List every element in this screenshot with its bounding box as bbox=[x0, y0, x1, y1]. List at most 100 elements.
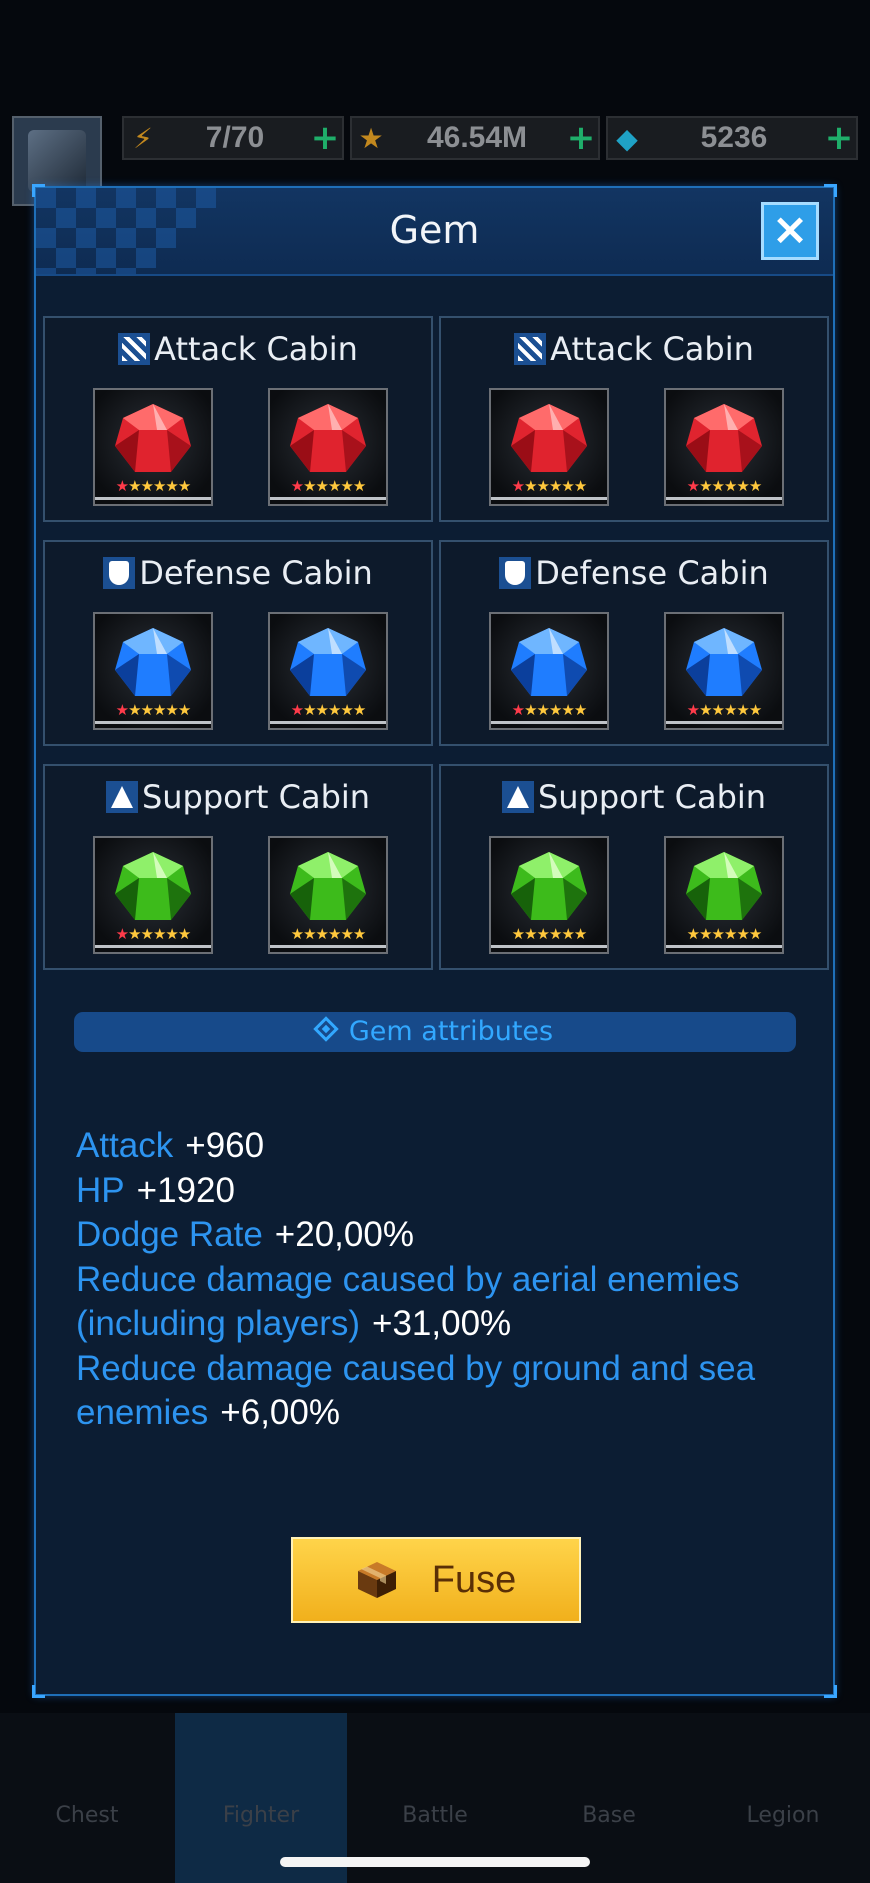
attribute-row: Attack +960 bbox=[76, 1124, 796, 1169]
nav-chest[interactable]: Chest bbox=[0, 1803, 174, 1828]
attribute-name: HP bbox=[76, 1170, 125, 1210]
red-gem-icon bbox=[682, 400, 766, 484]
red-gem-icon bbox=[286, 400, 370, 484]
fuse-button[interactable]: Fuse bbox=[291, 1537, 581, 1623]
cabin-title: Support Cabin bbox=[441, 778, 827, 816]
attribute-value: +20,00% bbox=[274, 1215, 414, 1254]
nav-legion[interactable]: Legion bbox=[696, 1803, 870, 1828]
star-rating: ★★★★★★ bbox=[270, 479, 386, 500]
cabin-label: Defense Cabin bbox=[139, 554, 373, 592]
gem-attributes-header: Gem attributes bbox=[74, 1012, 796, 1052]
cabin-title: Attack Cabin bbox=[441, 330, 827, 368]
diamond-icon bbox=[313, 1016, 339, 1042]
star-rating: ★★★★★★ bbox=[666, 927, 782, 948]
cabin-label: Defense Cabin bbox=[535, 554, 769, 592]
attribute-row: Reduce damage caused by ground and sea e… bbox=[76, 1347, 796, 1436]
fuse-label: Fuse bbox=[431, 1558, 517, 1601]
green-gem-icon bbox=[682, 848, 766, 932]
defense-icon bbox=[103, 557, 136, 589]
attribute-value: +960 bbox=[185, 1126, 265, 1165]
gem-slot[interactable]: ★★★★★★ bbox=[489, 388, 609, 506]
defense-icon bbox=[499, 557, 532, 589]
red-gem-icon bbox=[507, 400, 591, 484]
attribute-value: +6,00% bbox=[220, 1393, 340, 1432]
diamonds-counter: ◆ 5236 + bbox=[606, 116, 858, 160]
gem-slot[interactable]: ★★★★★★ bbox=[268, 836, 388, 954]
support-icon bbox=[105, 781, 138, 813]
resource-bar: ⚡ 7/70 + ★ 46.54M + ◆ 5236 + bbox=[12, 116, 858, 206]
star-rating: ★★★★★★ bbox=[666, 703, 782, 724]
attribute-row: Reduce damage caused by aerial enemies (… bbox=[76, 1258, 796, 1347]
attribute-name: Reduce damage caused by ground and sea e… bbox=[76, 1348, 756, 1433]
cabin-attack: Attack Cabin ★★★★★★ ★★★★★★ bbox=[43, 316, 433, 522]
attack-icon bbox=[118, 333, 151, 365]
energy-counter: ⚡ 7/70 + bbox=[122, 116, 344, 160]
lightning-icon: ⚡ bbox=[133, 121, 153, 155]
close-button[interactable]: × bbox=[761, 202, 819, 260]
gem-slot[interactable]: ★★★★★★ bbox=[664, 836, 784, 954]
cabin-defense: Defense Cabin ★★★★★★ ★★★★★★ bbox=[43, 540, 433, 746]
gem-slot[interactable]: ★★★★★★ bbox=[664, 612, 784, 730]
add-stars-button[interactable]: + bbox=[564, 118, 598, 158]
blue-gem-icon bbox=[286, 624, 370, 708]
diamonds-value: 5236 bbox=[700, 121, 768, 154]
attribute-name: Attack bbox=[76, 1126, 174, 1165]
cabin-label: Support Cabin bbox=[141, 778, 371, 816]
add-energy-button[interactable]: + bbox=[308, 118, 342, 158]
red-gem-icon bbox=[111, 400, 195, 484]
gem-slot[interactable]: ★★★★★★ bbox=[268, 388, 388, 506]
attribute-row: HP +1920 bbox=[76, 1169, 796, 1214]
star-rating: ★★★★★★ bbox=[491, 703, 607, 724]
gem-slot[interactable]: ★★★★★★ bbox=[268, 612, 388, 730]
attribute-value: +31,00% bbox=[372, 1304, 512, 1343]
cabin-title: Defense Cabin bbox=[441, 554, 827, 592]
nav-fighter[interactable]: Fighter bbox=[174, 1803, 348, 1828]
close-icon: × bbox=[771, 204, 809, 255]
attribute-value: +1920 bbox=[136, 1170, 235, 1210]
cabin-label: Attack Cabin bbox=[550, 330, 754, 368]
blue-gem-icon bbox=[507, 624, 591, 708]
star-rating: ★★★★★★ bbox=[95, 479, 211, 500]
gem-attributes-label: Gem attributes bbox=[348, 1016, 554, 1047]
gem-slot[interactable]: ★★★★★★ bbox=[93, 612, 213, 730]
star-rating: ★★★★★★ bbox=[95, 703, 211, 724]
attribute-row: Dodge Rate +20,00% bbox=[76, 1213, 796, 1258]
cabin-support: Support Cabin ★★★★★★ ★★★★★★ bbox=[439, 764, 829, 970]
star-rating: ★★★★★★ bbox=[491, 479, 607, 500]
dialog-header: Gem × bbox=[36, 188, 833, 276]
dialog-title: Gem bbox=[389, 208, 480, 252]
gem-dialog: Gem × Attack Cabin ★★★★★★ ★★★★★★ Attack Cab… bbox=[32, 184, 837, 1698]
star-icon: ★ bbox=[358, 121, 384, 155]
star-rating: ★★★★★★ bbox=[95, 927, 211, 948]
add-diamonds-button[interactable]: + bbox=[822, 118, 856, 158]
gem-slot[interactable]: ★★★★★★ bbox=[489, 612, 609, 730]
cabin-support: Support Cabin ★★★★★★ ★★★★★★ bbox=[43, 764, 433, 970]
cabin-title: Defense Cabin bbox=[45, 554, 431, 592]
cabin-title: Attack Cabin bbox=[45, 330, 431, 368]
star-rating: ★★★★★★ bbox=[270, 703, 386, 724]
gem-slot[interactable]: ★★★★★★ bbox=[93, 388, 213, 506]
green-gem-icon bbox=[507, 848, 591, 932]
stars-counter: ★ 46.54M + bbox=[350, 116, 600, 160]
gem-slot[interactable]: ★★★★★★ bbox=[664, 388, 784, 506]
attribute-name: Dodge Rate bbox=[76, 1215, 263, 1254]
cabin-label: Attack Cabin bbox=[154, 330, 358, 368]
home-indicator[interactable] bbox=[280, 1857, 590, 1867]
green-gem-icon bbox=[111, 848, 195, 932]
star-rating: ★★★★★★ bbox=[666, 479, 782, 500]
support-icon bbox=[501, 781, 534, 813]
nav-base[interactable]: Base bbox=[522, 1803, 696, 1828]
cabin-attack: Attack Cabin ★★★★★★ ★★★★★★ bbox=[439, 316, 829, 522]
diamond-icon: ◆ bbox=[616, 121, 638, 155]
stars-value: 46.54M bbox=[426, 121, 528, 154]
cabin-defense: Defense Cabin ★★★★★★ ★★★★★★ bbox=[439, 540, 829, 746]
blue-gem-icon bbox=[682, 624, 766, 708]
nav-battle[interactable]: Battle bbox=[348, 1803, 522, 1828]
cabin-title: Support Cabin bbox=[45, 778, 431, 816]
gem-slot[interactable]: ★★★★★★ bbox=[93, 836, 213, 954]
attack-icon bbox=[514, 333, 547, 365]
star-rating: ★★★★★★ bbox=[491, 927, 607, 948]
star-rating: ★★★★★★ bbox=[270, 927, 386, 948]
cabin-label: Support Cabin bbox=[537, 778, 767, 816]
gem-slot[interactable]: ★★★★★★ bbox=[489, 836, 609, 954]
